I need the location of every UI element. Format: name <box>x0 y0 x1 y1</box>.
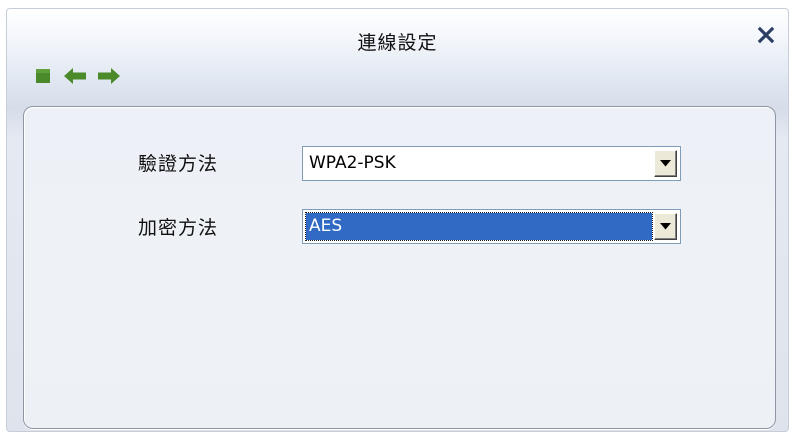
chevron-down-icon[interactable] <box>654 213 677 240</box>
auth-method-label: 驗證方法 <box>138 153 219 175</box>
chevron-down-icon[interactable] <box>654 150 677 177</box>
settings-panel: 驗證方法 WPA2-PSK 加密方法 AES <box>23 106 776 429</box>
encryption-method-value: AES <box>305 212 653 241</box>
window-title: 連線設定 <box>357 32 438 54</box>
auth-method-select[interactable]: WPA2-PSK <box>302 146 681 181</box>
forward-arrow-icon[interactable] <box>97 67 121 85</box>
stop-icon[interactable] <box>35 68 51 84</box>
encryption-method-label: 加密方法 <box>138 217 219 239</box>
auth-method-value: WPA2-PSK <box>309 153 396 173</box>
back-arrow-icon[interactable] <box>63 67 87 85</box>
toolbar <box>35 65 121 87</box>
encryption-method-select[interactable]: AES <box>302 209 681 244</box>
connection-settings-window: 連線設定 驗證方法 WPA2-PSK 加密方法 AES <box>6 8 789 432</box>
close-icon[interactable] <box>756 24 776 46</box>
